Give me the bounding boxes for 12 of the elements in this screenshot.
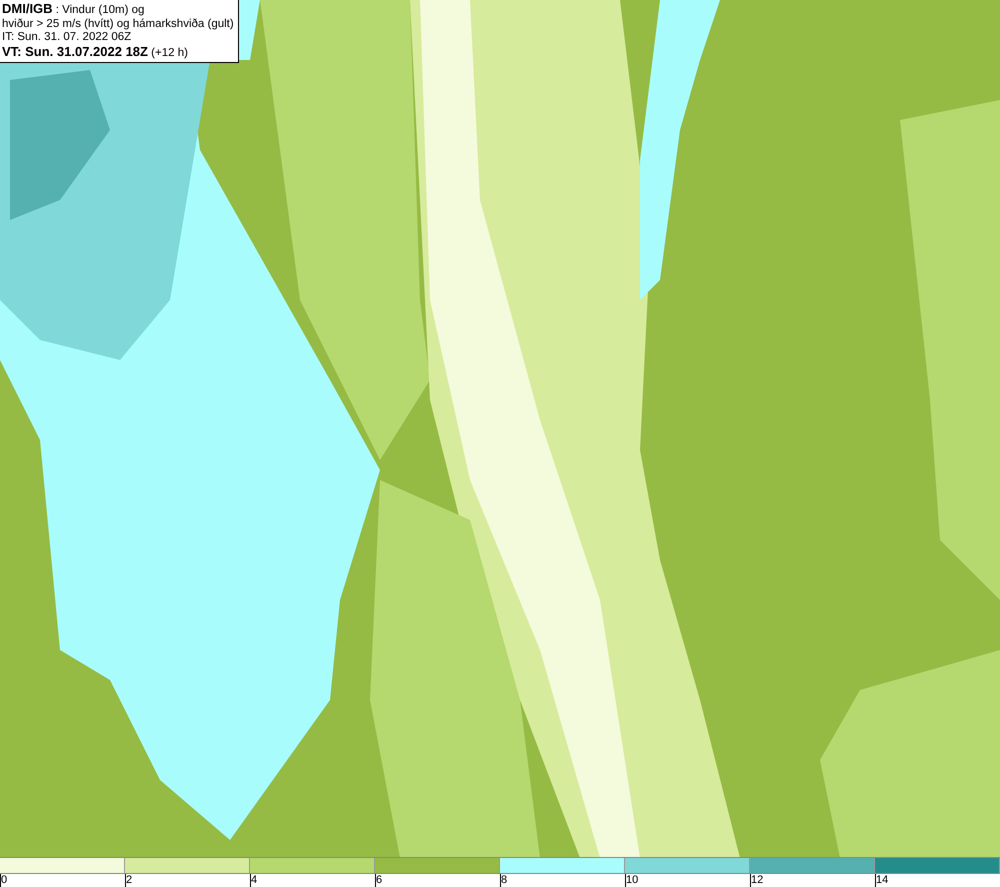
caption-line: VT: Sun. 31.07.2022 18Z (+12 h) xyxy=(2,44,189,60)
legend-tick-label: 2 xyxy=(125,874,132,887)
legend-tick-label: 8 xyxy=(500,874,508,887)
legend-tick-label: 0 xyxy=(0,874,8,887)
caption-line: hviður > 25 m/s (hvítt) og hámarkshviða (gult) xyxy=(2,18,234,31)
legend-tick-label: 10 xyxy=(625,874,638,887)
legend-tick-label: 6 xyxy=(375,874,382,887)
caption-line: IT: Sun. 31. 07. 2022 06Z xyxy=(2,31,132,44)
caption-line: DMI/IGB : Vindur (10m) og xyxy=(2,2,146,18)
legend-tick-label: 4 xyxy=(250,874,258,887)
legend-tick-label: 12 xyxy=(750,874,764,887)
legend-tick-label: 14 xyxy=(875,874,888,887)
